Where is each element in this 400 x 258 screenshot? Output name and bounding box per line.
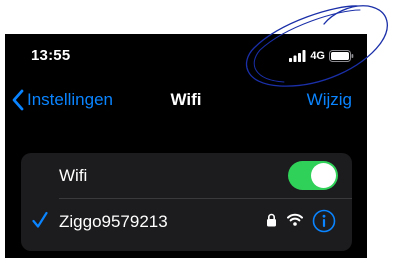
- phone-screen: 13:55 4G Instellingen Wifi Wijzig Wifi Z…: [5, 34, 367, 258]
- wifi-toggle[interactable]: [288, 161, 338, 190]
- info-icon[interactable]: [312, 209, 336, 233]
- network-type: 4G: [310, 50, 325, 62]
- navigation-bar: Instellingen Wifi Wijzig: [5, 78, 367, 122]
- network-name: Ziggo9579213: [59, 212, 168, 231]
- signal-bars-icon: [289, 50, 306, 62]
- status-indicators: 4G: [289, 49, 354, 63]
- status-bar: 13:55 4G: [5, 34, 367, 78]
- network-row[interactable]: Ziggo9579213: [21, 199, 352, 244]
- battery-icon: [329, 50, 354, 62]
- status-time: 13:55: [31, 47, 71, 64]
- lock-icon: [267, 213, 276, 227]
- wifi-label: Wifi: [59, 166, 88, 185]
- wifi-signal-icon: [287, 213, 303, 226]
- toggle-knob: [311, 163, 336, 188]
- wifi-settings-group: Wifi Ziggo9579213: [21, 153, 352, 251]
- checkmark-icon: [32, 211, 48, 228]
- edit-button[interactable]: Wijzig: [307, 90, 352, 110]
- wifi-toggle-row: Wifi: [21, 153, 352, 198]
